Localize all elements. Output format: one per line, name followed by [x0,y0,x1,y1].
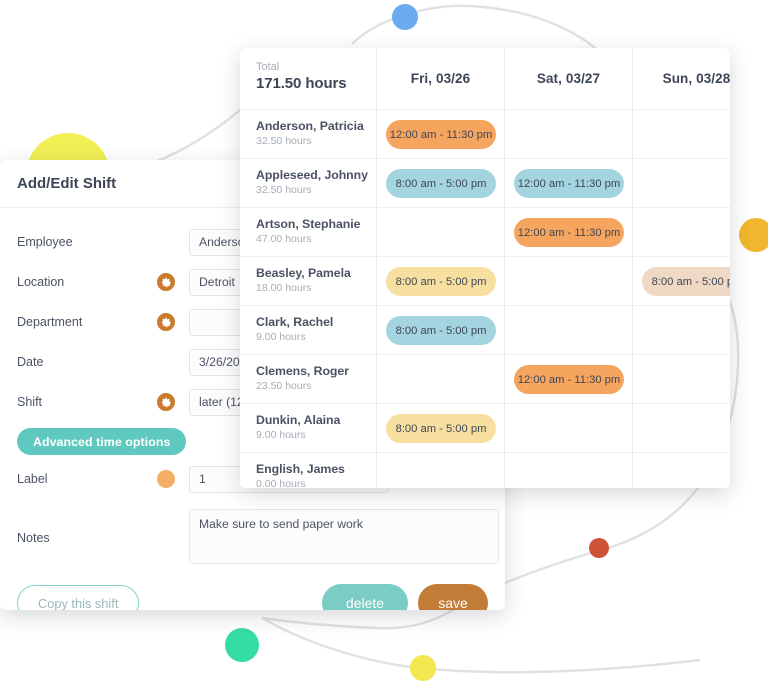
copy-this-shift-button[interactable]: Copy this shift [17,585,140,610]
employee-name: Beasley, Pamela [256,266,351,280]
employee-name: Appleseed, Johnny [256,168,368,182]
delete-button[interactable]: delete [322,584,408,610]
employee-hours: 0.00 hours [256,478,306,488]
table-row: Beasley, Pamela 18.00 hours [240,257,377,306]
day-header-label: Sat, 03/27 [536,71,601,86]
shift-cell[interactable] [377,208,505,257]
label-color-swatch[interactable] [157,470,175,488]
label-label: Label [17,472,48,486]
gold-dot [739,218,768,252]
shift-cell[interactable]: 8:00 am - 5:00 pm [377,159,505,208]
shift-cell[interactable]: 12:00 am - 11:30 pm [505,208,633,257]
total-summary-cell: Total 171.50 hours [240,48,377,110]
total-label: Total [256,61,280,73]
department-label: Department [17,315,83,329]
screenshot-stage: Add/Edit Shift Employee Anderson, Patric… [0,0,768,684]
shift-cell[interactable]: 8:00 am - 5:00 pm [377,306,505,355]
employee-name: Anderson, Patricia [256,119,364,133]
shift-cell[interactable] [633,110,730,159]
shift-cell[interactable] [377,453,505,488]
connector-line-bottom [261,616,701,674]
gear-icon [161,277,171,287]
shift-cell[interactable]: 12:00 am - 11:30 pm [505,159,633,208]
form-footer: Copy this shift delete save [0,584,505,610]
page-title: Add/Edit Shift [17,175,117,192]
shift-cell[interactable] [505,306,633,355]
shift-cell[interactable]: 12:00 am - 11:30 pm [505,355,633,404]
shift-cell[interactable] [633,404,730,453]
shift-cell[interactable] [633,453,730,488]
gear-icon-location[interactable] [157,273,175,291]
employee-hours: 47.00 hours [256,233,312,245]
shift-cell[interactable] [505,257,633,306]
shift-cell[interactable]: 8:00 am - 5:00 pm [633,257,730,306]
employee-name: English, James [256,462,345,476]
schedule-panel: Total 171.50 hours Fri, 03/26 Sat, 03/27… [240,48,730,488]
table-row: Dunkin, Alaina 9.00 hours [240,404,377,453]
employee-hours: 32.50 hours [256,135,312,147]
field-row-notes: Notes Make sure to send paper work [0,255,505,564]
green-dot [225,628,259,662]
employee-label: Employee [17,235,73,249]
shift-cell[interactable]: 8:00 am - 5:00 pm [377,257,505,306]
shift-pill[interactable]: 12:00 am - 11:30 pm [514,218,624,247]
shift-cell[interactable] [633,306,730,355]
table-row: English, James 0.00 hours [240,453,377,488]
table-row: Clark, Rachel 9.00 hours [240,306,377,355]
shift-pill[interactable]: 8:00 am - 5:00 pm [386,414,496,443]
employee-hours: 23.50 hours [256,380,312,392]
employee-hours: 32.50 hours [256,184,312,196]
employee-name: Clemens, Roger [256,364,349,378]
day-header-0[interactable]: Fri, 03/26 [377,48,505,110]
location-label: Location [17,275,65,289]
yellow-dot [410,655,436,681]
gear-icon [161,317,171,327]
table-row: Artson, Stephanie 47.00 hours [240,208,377,257]
day-header-1[interactable]: Sat, 03/27 [505,48,633,110]
shift-cell[interactable] [505,110,633,159]
gear-icon-shift[interactable] [157,393,175,411]
employee-hours: 9.00 hours [256,429,306,441]
shift-pill[interactable]: 8:00 am - 5:00 pm [386,267,496,296]
shift-cell[interactable] [633,208,730,257]
shift-pill[interactable]: 12:00 am - 11:30 pm [514,169,624,198]
shift-pill[interactable]: 8:00 am - 5:00 pm [386,169,496,198]
gear-spacer-notes [157,509,175,564]
advanced-time-options-button[interactable]: Advanced time options [17,428,187,455]
shift-pill[interactable]: 8:00 am - 5:00 pm [642,267,730,296]
table-row: Anderson, Patricia 32.50 hours [240,110,377,159]
shift-cell[interactable] [633,355,730,404]
day-header-2[interactable]: Sun, 03/28 [633,48,730,110]
shift-cell[interactable]: 8:00 am - 5:00 pm [377,404,505,453]
shift-pill[interactable]: 12:00 am - 11:30 pm [514,365,624,394]
day-header-label: Sun, 03/28 [662,71,730,86]
schedule-grid: Total 171.50 hours Fri, 03/26 Sat, 03/27… [240,48,730,488]
employee-name: Clark, Rachel [256,315,334,329]
shift-cell[interactable] [633,159,730,208]
notes-textarea[interactable]: Make sure to send paper work [189,509,499,564]
blue-dot [392,4,418,30]
table-row: Clemens, Roger 23.50 hours [240,355,377,404]
shift-cell[interactable]: 12:00 am - 11:30 pm [377,110,505,159]
gear-icon [161,397,171,407]
table-row: Appleseed, Johnny 32.50 hours [240,159,377,208]
date-label: Date [17,355,44,369]
shift-pill[interactable]: 12:00 am - 11:30 pm [386,120,496,149]
shift-label: Shift [17,395,43,409]
save-button[interactable]: save [418,584,488,610]
employee-name: Artson, Stephanie [256,217,361,231]
total-value: 171.50 hours [256,75,347,92]
shift-pill[interactable]: 8:00 am - 5:00 pm [386,316,496,345]
red-dot [589,538,609,558]
shift-cell[interactable] [505,453,633,488]
employee-hours: 18.00 hours [256,282,312,294]
notes-label: Notes [17,531,50,545]
gear-icon-department[interactable] [157,313,175,331]
day-header-label: Fri, 03/26 [410,71,471,86]
employee-hours: 9.00 hours [256,331,306,343]
shift-cell[interactable] [505,404,633,453]
shift-cell[interactable] [377,355,505,404]
employee-name: Dunkin, Alaina [256,413,341,427]
